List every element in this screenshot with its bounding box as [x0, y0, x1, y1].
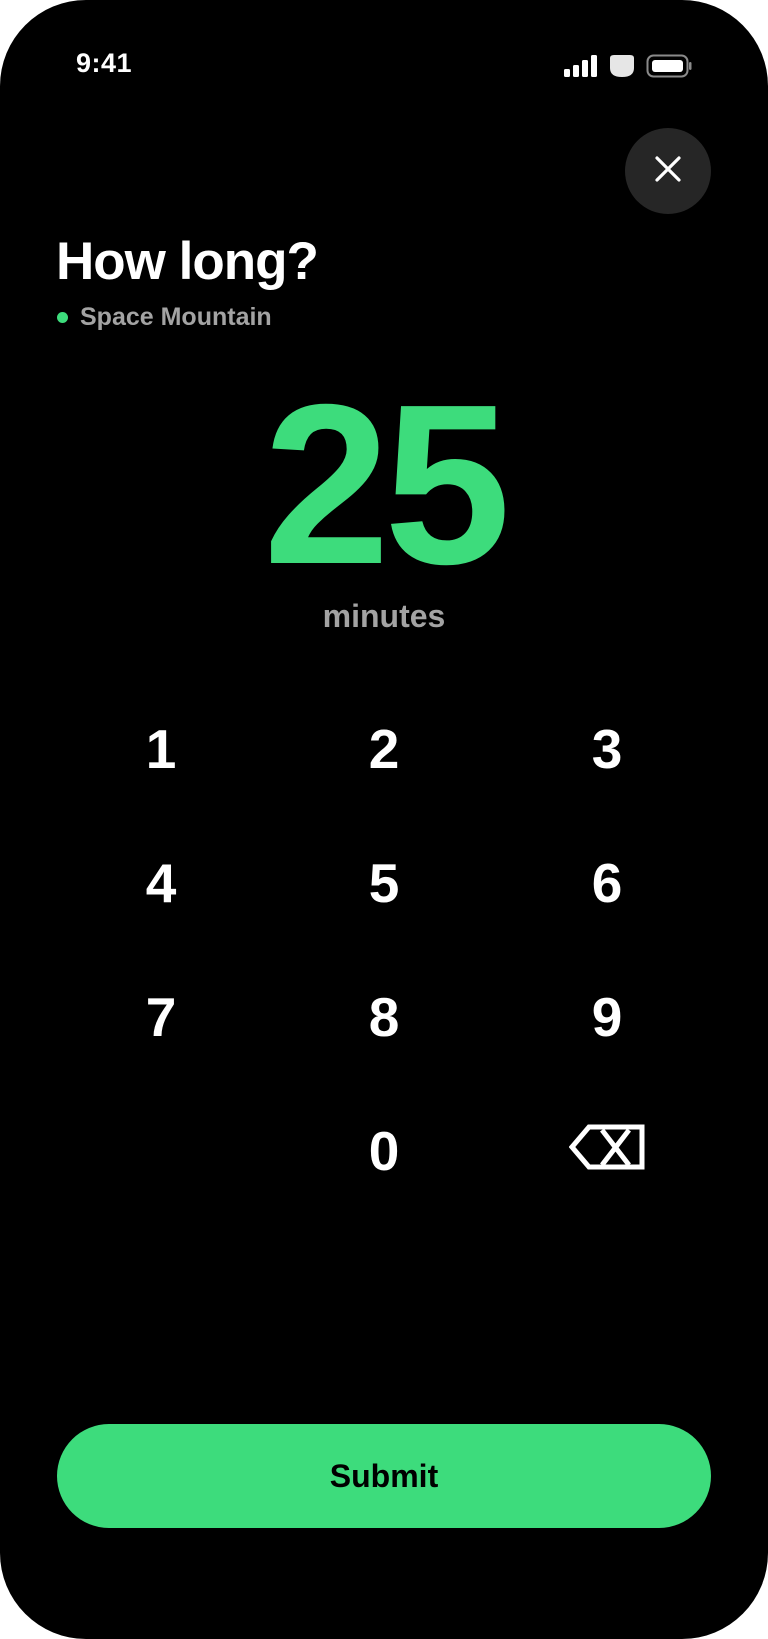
keypad-key-9[interactable]: 9 — [517, 962, 697, 1072]
status-time: 9:41 — [76, 48, 133, 78]
phone-screen: 9:41 How long? Space Mountain 25 minutes… — [0, 0, 768, 1639]
wait-time-value: 25 — [263, 358, 511, 612]
status-icons — [564, 54, 692, 78]
keypad-key-8[interactable]: 8 — [294, 962, 474, 1072]
keypad-key-7[interactable]: 7 — [71, 962, 251, 1072]
keypad-key-2[interactable]: 2 — [294, 694, 474, 804]
battery-icon — [646, 54, 692, 78]
page-title: How long? — [56, 232, 319, 291]
close-icon — [654, 155, 682, 188]
backspace-icon — [568, 1119, 645, 1183]
wifi-icon — [608, 54, 636, 78]
keypad-key-4[interactable]: 4 — [71, 828, 251, 938]
submit-button[interactable]: Submit — [57, 1424, 711, 1528]
attraction-label: Space Mountain — [57, 303, 272, 332]
signal-icon — [564, 55, 598, 77]
backspace-button[interactable] — [517, 1096, 697, 1206]
close-button[interactable] — [625, 128, 711, 214]
attraction-name: Space Mountain — [80, 303, 272, 331]
keypad-key-3[interactable]: 3 — [517, 694, 697, 804]
keypad-key-5[interactable]: 5 — [294, 828, 474, 938]
keypad-key-0[interactable]: 0 — [294, 1096, 474, 1206]
status-dot — [57, 312, 68, 323]
keypad-key-6[interactable]: 6 — [517, 828, 697, 938]
wait-time-unit: minutes — [322, 598, 446, 634]
keypad-key-1[interactable]: 1 — [71, 694, 251, 804]
